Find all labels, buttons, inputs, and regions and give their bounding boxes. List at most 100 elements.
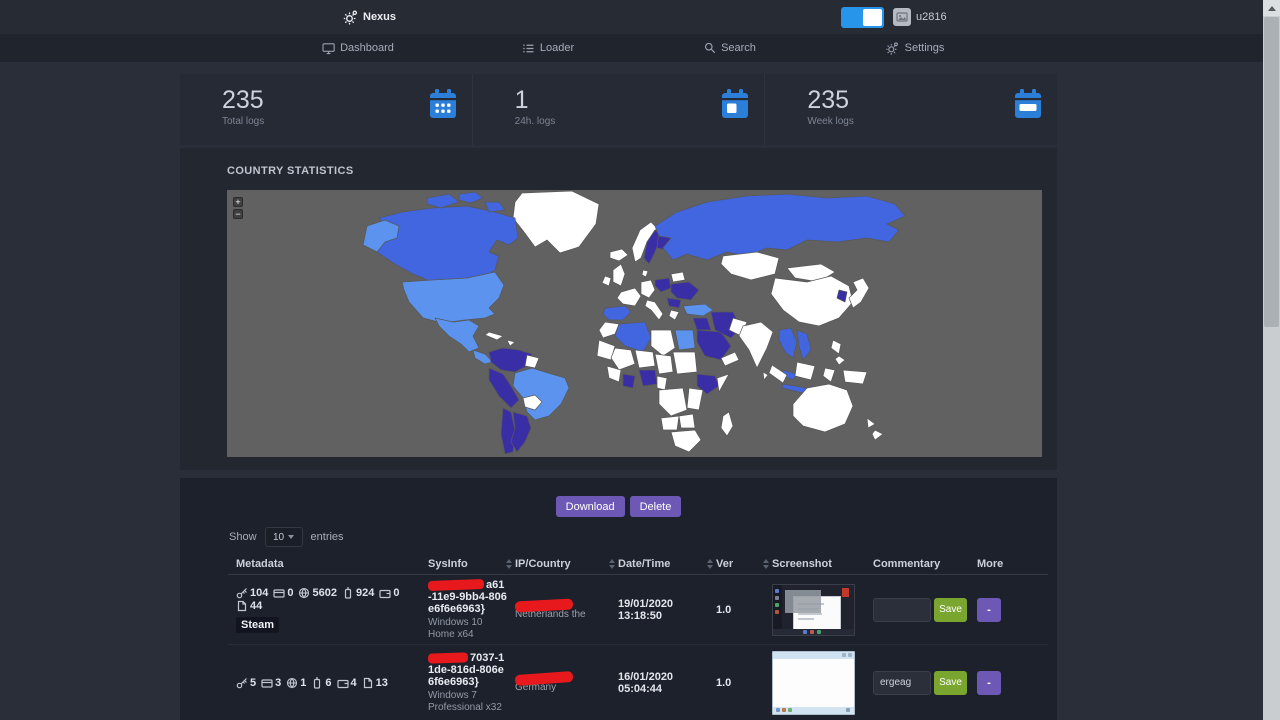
sysinfo-cell: 7037-11de-816d-806e6f6e6963} Windows 7 P… (428, 652, 515, 713)
col-ip-country[interactable]: IP/Country (515, 558, 618, 570)
chevron-down-icon (288, 535, 294, 539)
save-button[interactable]: Save (934, 598, 967, 622)
commentary-cell: Save (873, 598, 977, 622)
passwords-count: 5 (250, 677, 256, 689)
calendar-week-icon (1013, 89, 1043, 120)
delete-button[interactable]: Delete (630, 496, 682, 517)
search-icon (704, 42, 716, 54)
page-size-select[interactable]: 10 (265, 527, 303, 547)
nav-label: Dashboard (340, 42, 394, 54)
nav-item-dashboard[interactable]: Dashboard (322, 34, 394, 62)
files-count: 44 (250, 600, 262, 612)
table-row: 5 3 1 6 4 13 7037-11de-816d-806e6f6e6963… (228, 645, 1048, 720)
key-icon (236, 677, 248, 689)
col-ver[interactable]: Ver (716, 558, 772, 570)
browser-scrollbar[interactable] (1263, 0, 1280, 720)
brand[interactable]: Nexus (343, 0, 396, 34)
sysinfo-cell: a61-11e9-9bb4-806e6f6e6963} Windows 10 H… (428, 579, 515, 640)
col-screenshot[interactable]: Screenshot (772, 558, 873, 570)
map-zoom-out-button[interactable]: − (233, 209, 243, 219)
calendar-day-icon (720, 89, 750, 120)
top-bar: Nexus u2816 (0, 0, 1263, 34)
stat-card-24h-logs: 1 24h. logs (472, 74, 765, 145)
credit-card-icon (261, 677, 273, 689)
avatar[interactable] (893, 8, 911, 26)
scroll-up-button[interactable] (1263, 0, 1280, 16)
col-more[interactable]: More (977, 558, 1048, 570)
download-button[interactable]: Download (556, 496, 625, 517)
ver-cell: 1.0 (716, 604, 772, 616)
world-map[interactable]: + − (227, 190, 1042, 457)
show-label: Show (229, 531, 257, 543)
sort-icon (763, 559, 770, 569)
sysinfo-os: Windows 10 Home x64 (428, 617, 515, 640)
theme-toggle[interactable] (841, 7, 884, 28)
stat-card-week-logs: 235 Week logs (764, 74, 1057, 145)
cookie-icon (286, 677, 298, 689)
arrow-up-icon (1268, 6, 1276, 11)
map-zoom-in-button[interactable]: + (233, 197, 243, 207)
screenshot-cell (772, 584, 873, 636)
sort-icon (609, 559, 616, 569)
save-button[interactable]: Save (934, 671, 967, 695)
col-metadata[interactable]: Metadata (228, 558, 428, 570)
wallets-count: 4 (351, 677, 357, 689)
commentary-input[interactable] (873, 671, 931, 695)
metadata-cell: 104 0 5602 924 0 44 Steam (228, 587, 428, 633)
logs-table: Metadata SysInfo IP/Country Date/Time Ve… (228, 553, 1048, 720)
cookies-count: 1 (300, 677, 306, 689)
wallets-count: 0 (393, 587, 399, 599)
ver-cell: 1.0 (716, 677, 772, 689)
screenshot-thumbnail[interactable] (772, 651, 855, 715)
username[interactable]: u2816 (916, 0, 947, 34)
logs-card: Download Delete Show 10 entries Metadata… (180, 478, 1057, 720)
stats-row: 235 Total logs 1 24h. logs 235 Week logs (180, 74, 1057, 145)
col-datetime[interactable]: Date/Time (618, 558, 716, 570)
nav-item-loader[interactable]: Loader (522, 34, 574, 62)
page-size-value: 10 (273, 532, 284, 543)
redacted-ip (515, 598, 573, 612)
files-count: 13 (376, 677, 388, 689)
nav-label: Loader (540, 42, 574, 54)
file-icon (236, 600, 248, 612)
screenshot-cell (772, 651, 873, 715)
cookie-icon (298, 587, 310, 599)
battery-icon (311, 677, 323, 689)
commentary-input[interactable] (873, 598, 931, 622)
forms-count: 924 (356, 587, 374, 599)
entries-label: entries (311, 531, 344, 543)
cards-count: 3 (275, 677, 281, 689)
ip-country-cell: Netherlands the (515, 600, 618, 620)
commentary-cell: Save (873, 671, 977, 695)
monitor-icon (322, 42, 335, 55)
metadata-cell: 5 3 1 6 4 13 (228, 677, 428, 689)
metadata-tag: Steam (236, 617, 279, 633)
col-sysinfo[interactable]: SysInfo (428, 558, 515, 570)
datetime-cell: 19/01/2020 13:18:50 (618, 598, 716, 622)
nav-item-search[interactable]: Search (704, 34, 756, 62)
more-cell: - (977, 598, 1048, 622)
ip-country-cell: Germany (515, 673, 618, 693)
key-icon (236, 587, 248, 599)
screenshot-thumbnail[interactable] (772, 584, 855, 636)
sort-icon (707, 559, 714, 569)
scrollbar-thumb[interactable] (1264, 17, 1279, 327)
toggle-handle (863, 9, 882, 26)
more-button[interactable]: - (977, 598, 1001, 622)
notification-badge (842, 588, 849, 597)
table-actions: Download Delete (180, 496, 1057, 517)
table-length-row: Show 10 entries (229, 527, 344, 547)
nav-bar: Dashboard Loader Search Settings (0, 34, 1263, 62)
sysinfo-os: Windows 7 Professional x32 (428, 690, 515, 713)
more-cell: - (977, 671, 1048, 695)
battery-icon (342, 587, 354, 599)
calendar-grid-icon (428, 89, 458, 120)
table-row: 104 0 5602 924 0 44 Steam a61-11e9-9bb4-… (228, 575, 1048, 645)
nav-label: Search (721, 42, 756, 54)
cookies-count: 5602 (312, 587, 336, 599)
col-commentary[interactable]: Commentary (873, 558, 977, 570)
more-button[interactable]: - (977, 671, 1001, 695)
nav-item-settings[interactable]: Settings (886, 34, 945, 62)
table-header: Metadata SysInfo IP/Country Date/Time Ve… (228, 553, 1048, 575)
nav-label: Settings (905, 42, 945, 54)
